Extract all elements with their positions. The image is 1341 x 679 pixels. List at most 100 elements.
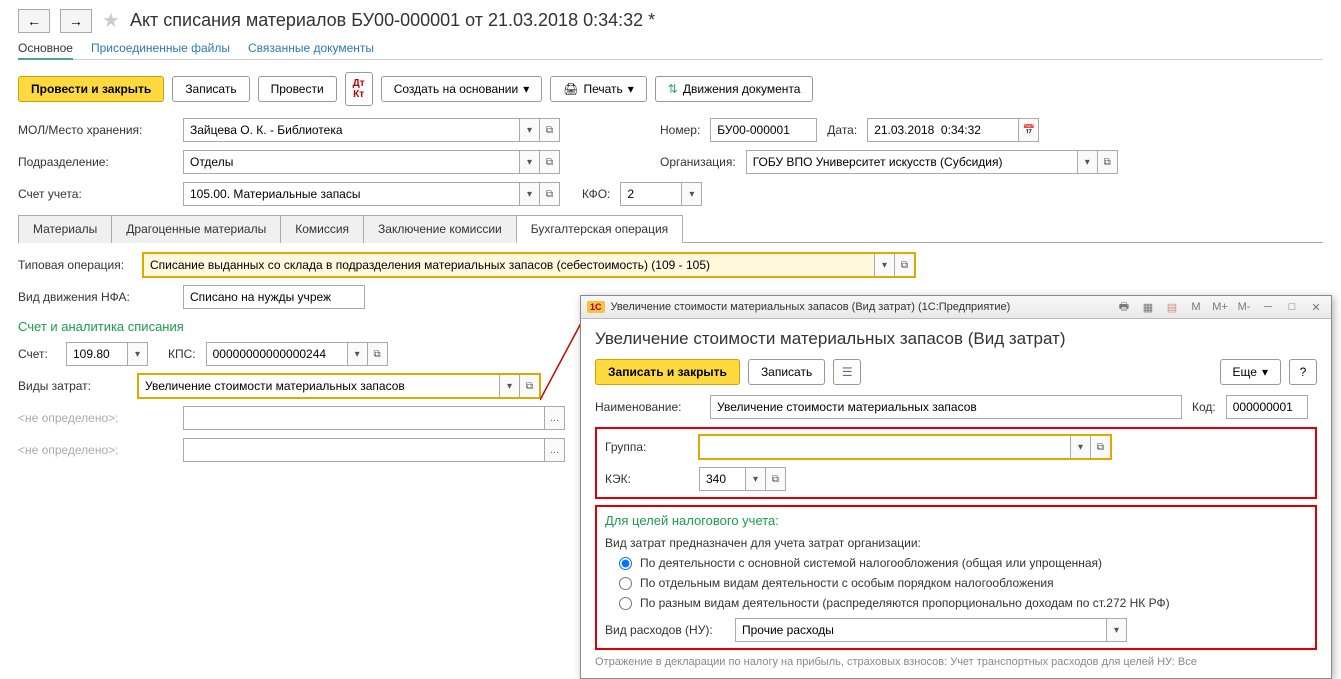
calendar-icon[interactable]: 📅	[1018, 119, 1038, 141]
post-button[interactable]: Провести	[258, 76, 337, 102]
chevron-down-icon[interactable]: ▾	[745, 468, 765, 490]
expense-types-input[interactable]	[139, 375, 499, 397]
account-field[interactable]: ▾ ⧉	[183, 182, 560, 206]
forward-button[interactable]: →	[60, 9, 92, 33]
open-icon[interactable]: ⧉	[765, 468, 785, 490]
number-input[interactable]	[711, 119, 816, 141]
chevron-down-icon[interactable]: ▾	[127, 343, 147, 365]
minimize-icon[interactable]: ─	[1259, 299, 1277, 315]
radio-mixed-activity[interactable]: По разным видам деятельности (распределя…	[619, 596, 1307, 610]
dialog-titlebar[interactable]: 1C Увеличение стоимости материальных зап…	[581, 296, 1331, 319]
chevron-down-icon[interactable]: ▾	[519, 183, 539, 205]
kps-input[interactable]	[207, 343, 347, 365]
undef1-field[interactable]: …	[183, 406, 565, 430]
typical-op-input[interactable]	[144, 254, 874, 276]
ellipsis-icon[interactable]: …	[544, 407, 564, 429]
dk-button[interactable]: ДтКт	[345, 72, 373, 106]
open-icon[interactable]: ⧉	[894, 254, 914, 276]
chevron-down-icon[interactable]: ▾	[519, 119, 539, 141]
m-plus-button[interactable]: M+	[1211, 299, 1229, 315]
open-icon[interactable]: ⧉	[1097, 151, 1117, 173]
radio-main-input[interactable]	[619, 557, 632, 570]
radio-special-input[interactable]	[619, 577, 632, 590]
kek-field[interactable]: ▾ ⧉	[699, 467, 786, 491]
radio-special-activity[interactable]: По отдельным видам деятельности с особым…	[619, 576, 1307, 590]
create-based-button[interactable]: Создать на основании ▾	[381, 76, 543, 102]
radio-main-activity[interactable]: По деятельности с основной системой нало…	[619, 556, 1307, 570]
tab-materials[interactable]: Материалы	[18, 215, 112, 243]
tab-main[interactable]: Основное	[18, 41, 73, 60]
radio-mixed-input[interactable]	[619, 597, 632, 610]
undef2-input[interactable]	[184, 439, 544, 461]
grid-icon[interactable]: ▦	[1139, 299, 1157, 315]
kfo-input[interactable]	[621, 183, 681, 205]
print-button[interactable]: Печать ▾	[550, 76, 647, 102]
mol-field[interactable]: ▾ ⧉	[183, 118, 560, 142]
chevron-down-icon[interactable]: ▾	[1070, 436, 1090, 458]
undef2-field[interactable]: …	[183, 438, 565, 462]
chevron-down-icon[interactable]: ▾	[874, 254, 894, 276]
calendar-small-icon[interactable]: ▤	[1163, 299, 1181, 315]
undef1-input[interactable]	[184, 407, 544, 429]
tab-accounting[interactable]: Бухгалтерская операция	[516, 215, 683, 243]
close-icon[interactable]: ✕	[1307, 299, 1325, 315]
open-icon[interactable]: ⧉	[539, 119, 559, 141]
tab-related-docs[interactable]: Связанные документы	[248, 41, 374, 55]
dept-input[interactable]	[184, 151, 519, 173]
tab-precious[interactable]: Драгоценные материалы	[111, 215, 281, 243]
expense-types-field[interactable]: ▾ ⧉	[138, 374, 540, 398]
chevron-down-icon[interactable]: ▾	[1106, 619, 1126, 641]
expense-type-nu-field[interactable]: ▾	[735, 618, 1127, 642]
movements-button[interactable]: Движения документа	[655, 76, 814, 102]
print-icon[interactable]: 🖶	[1115, 299, 1133, 315]
m-minus-button[interactable]: M-	[1235, 299, 1253, 315]
kps-field[interactable]: ▾ ⧉	[206, 342, 388, 366]
tab-conclusion[interactable]: Заключение комиссии	[363, 215, 517, 243]
number-field[interactable]	[710, 118, 817, 142]
chevron-down-icon[interactable]: ▾	[347, 343, 367, 365]
open-icon[interactable]: ⧉	[539, 151, 559, 173]
org-input[interactable]	[747, 151, 1077, 173]
save-button[interactable]: Записать	[172, 76, 249, 102]
expense-type-nu-input[interactable]	[736, 619, 1106, 641]
group-field[interactable]: ▾ ⧉	[699, 435, 1111, 459]
mol-input[interactable]	[184, 119, 519, 141]
nfa-input[interactable]	[184, 286, 364, 308]
account-input[interactable]	[184, 183, 519, 205]
tab-attached-files[interactable]: Присоединенные файлы	[91, 41, 230, 55]
open-icon[interactable]: ⧉	[539, 183, 559, 205]
ellipsis-icon[interactable]: …	[544, 439, 564, 461]
dialog-save-close-button[interactable]: Записать и закрыть	[595, 359, 740, 385]
nfa-field[interactable]	[183, 285, 365, 309]
dialog-more-button[interactable]: Еще ▾	[1220, 359, 1281, 385]
code-input[interactable]	[1227, 396, 1307, 418]
chevron-down-icon[interactable]: ▾	[499, 375, 519, 397]
dialog-help-button[interactable]: ?	[1289, 359, 1317, 385]
chevron-down-icon[interactable]: ▾	[519, 151, 539, 173]
org-field[interactable]: ▾ ⧉	[746, 150, 1118, 174]
chevron-down-icon[interactable]: ▾	[681, 183, 701, 205]
date-input[interactable]	[868, 119, 1018, 141]
name-field[interactable]	[710, 395, 1182, 419]
back-button[interactable]: ←	[18, 9, 50, 33]
open-icon[interactable]: ⧉	[519, 375, 539, 397]
post-and-close-button[interactable]: Провести и закрыть	[18, 76, 164, 102]
open-icon[interactable]: ⧉	[1090, 436, 1110, 458]
typical-op-field[interactable]: ▾ ⧉	[143, 253, 915, 277]
open-icon[interactable]: ⧉	[367, 343, 387, 365]
dept-field[interactable]: ▾ ⧉	[183, 150, 560, 174]
schet-field[interactable]: ▾	[66, 342, 148, 366]
chevron-down-icon[interactable]: ▾	[1077, 151, 1097, 173]
code-field[interactable]	[1226, 395, 1308, 419]
kek-input[interactable]	[700, 468, 745, 490]
kfo-field[interactable]: ▾	[620, 182, 702, 206]
favorite-star-icon[interactable]: ★	[102, 8, 120, 33]
dialog-list-button[interactable]	[833, 359, 861, 385]
m-button[interactable]: M	[1187, 299, 1205, 315]
group-input[interactable]	[700, 436, 1070, 458]
schet-input[interactable]	[67, 343, 127, 365]
name-input[interactable]	[711, 396, 1181, 418]
maximize-icon[interactable]: □	[1283, 299, 1301, 315]
tab-commission[interactable]: Комиссия	[280, 215, 364, 243]
date-field[interactable]: 📅	[867, 118, 1039, 142]
